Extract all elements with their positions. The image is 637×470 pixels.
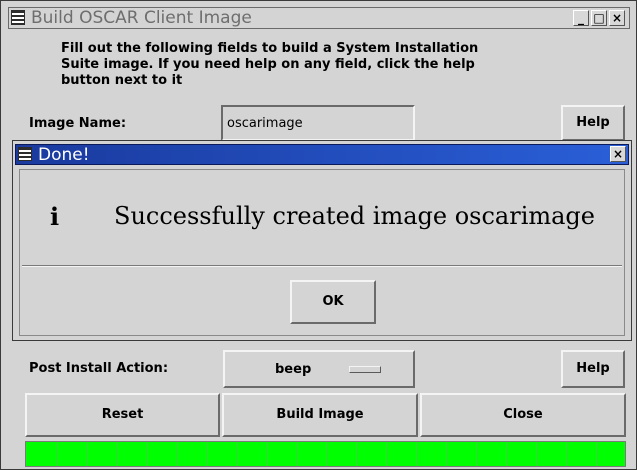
progress-bar — [25, 441, 626, 467]
build-image-button[interactable]: Build Image — [222, 393, 418, 437]
dialog-titlebar[interactable]: Done! × — [15, 144, 629, 165]
image-name-label: Image Name: — [29, 116, 127, 131]
progress-segment — [536, 442, 538, 466]
dialog-body: i Successfully created image oscarimage … — [19, 169, 625, 336]
progress-segment — [596, 442, 598, 466]
dropdown-indicator-icon — [349, 366, 381, 373]
progress-segment — [56, 442, 58, 466]
progress-segment — [476, 442, 478, 466]
dialog-menu-icon[interactable] — [18, 147, 32, 161]
progress-segment — [266, 442, 268, 466]
progress-segment — [296, 442, 298, 466]
progress-segment — [446, 442, 448, 466]
dialog-close-icon[interactable]: × — [610, 146, 626, 162]
ok-button[interactable]: OK — [290, 280, 376, 324]
progress-segment — [176, 442, 178, 466]
progress-segment — [356, 442, 358, 466]
post-install-dropdown[interactable]: beep — [223, 350, 415, 388]
post-install-help-button[interactable]: Help — [561, 350, 625, 388]
progress-segment — [146, 442, 148, 466]
progress-segment — [326, 442, 328, 466]
instructions-text: Fill out the following fields to build a… — [61, 41, 479, 88]
done-dialog: Done! × i Successfully created image osc… — [12, 140, 632, 341]
close-icon[interactable]: × — [609, 10, 625, 26]
progress-segment — [386, 442, 388, 466]
info-icon: i — [50, 202, 60, 231]
progress-segment — [566, 442, 568, 466]
progress-segment — [236, 442, 238, 466]
image-name-field[interactable]: oscarimage — [221, 105, 415, 141]
reset-button[interactable]: Reset — [25, 393, 220, 437]
minimize-icon[interactable]: _ — [573, 10, 589, 26]
image-name-help-button[interactable]: Help — [561, 105, 625, 141]
dialog-message: Successfully created image oscarimage — [114, 202, 595, 230]
progress-segment — [86, 442, 88, 466]
window-title: Build OSCAR Client Image — [31, 8, 252, 28]
progress-segment — [206, 442, 208, 466]
main-titlebar[interactable]: Build OSCAR Client Image _ □ × — [8, 7, 630, 29]
dialog-title: Done! — [38, 145, 90, 165]
close-button[interactable]: Close — [420, 393, 626, 437]
progress-segment — [416, 442, 418, 466]
post-install-label: Post Install Action: — [29, 361, 169, 376]
window-menu-icon[interactable] — [11, 10, 25, 25]
image-name-value: oscarimage — [227, 116, 303, 131]
progress-segment — [506, 442, 508, 466]
maximize-icon[interactable]: □ — [591, 10, 607, 26]
progress-segment — [116, 442, 118, 466]
dialog-divider — [22, 265, 622, 267]
post-install-value: beep — [275, 362, 312, 377]
